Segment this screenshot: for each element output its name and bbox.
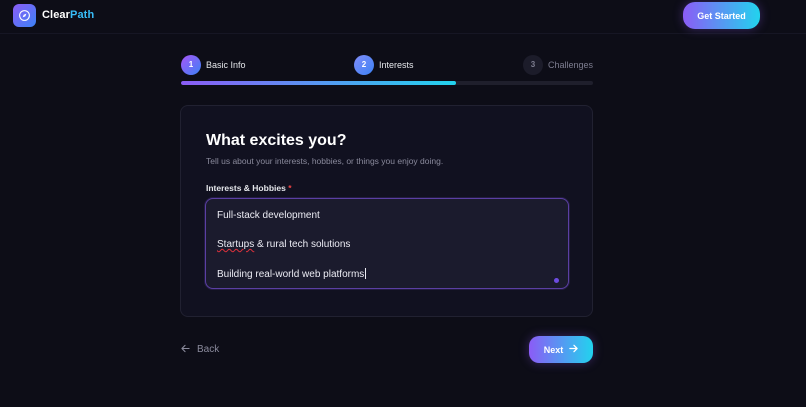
textarea-line-rest: & rural tech solutions	[254, 239, 351, 250]
page-subtitle: Tell us about your interests, hobbies, o…	[206, 156, 444, 166]
textarea-line: Building real-world web platforms	[217, 269, 365, 280]
form-card: What excites you? Tell us about your int…	[180, 105, 593, 317]
step-label: Challenges	[548, 59, 594, 70]
brand-name[interactable]: ClearPath	[42, 9, 94, 21]
back-button[interactable]: Back	[181, 342, 219, 357]
next-label: Next	[543, 344, 564, 355]
brand-name-part2: Path	[70, 9, 95, 21]
arrow-right-icon	[569, 344, 578, 356]
top-nav: ClearPath Get Started	[0, 0, 806, 34]
step-number: 1	[181, 54, 201, 75]
resize-handle[interactable]	[554, 278, 559, 283]
field-label-text: Interests & Hobbies	[206, 183, 286, 193]
step-label: Basic Info	[206, 59, 246, 70]
step-basic-info[interactable]: 1 Basic Info	[181, 54, 246, 75]
get-started-button[interactable]: Get Started	[683, 2, 760, 29]
step-number: 2	[354, 54, 374, 75]
textarea-line: Startups & rural tech solutions	[217, 239, 350, 250]
page-title: What excites you?	[206, 132, 347, 149]
step-challenges[interactable]: 3 Challenges	[523, 54, 593, 75]
textarea-line: Full-stack development	[217, 210, 320, 221]
arrow-left-icon	[181, 344, 190, 355]
step-label: Interests	[379, 59, 414, 70]
back-label: Back	[197, 344, 220, 355]
progress-fill	[181, 81, 456, 85]
progress-bar	[181, 81, 593, 85]
step-number: 3	[523, 54, 543, 75]
logo[interactable]	[13, 4, 36, 27]
brand-name-part1: Clear	[42, 9, 71, 21]
interests-field-label: Interests & Hobbies *	[206, 183, 292, 193]
compass-icon	[19, 10, 30, 21]
step-interests[interactable]: 2 Interests	[354, 54, 414, 75]
spellcheck-underline: Startups	[217, 239, 255, 250]
next-button[interactable]: Next	[529, 336, 593, 363]
required-marker: *	[288, 183, 292, 193]
interests-textarea[interactable]: Full-stack development Startups & rural …	[205, 198, 569, 289]
